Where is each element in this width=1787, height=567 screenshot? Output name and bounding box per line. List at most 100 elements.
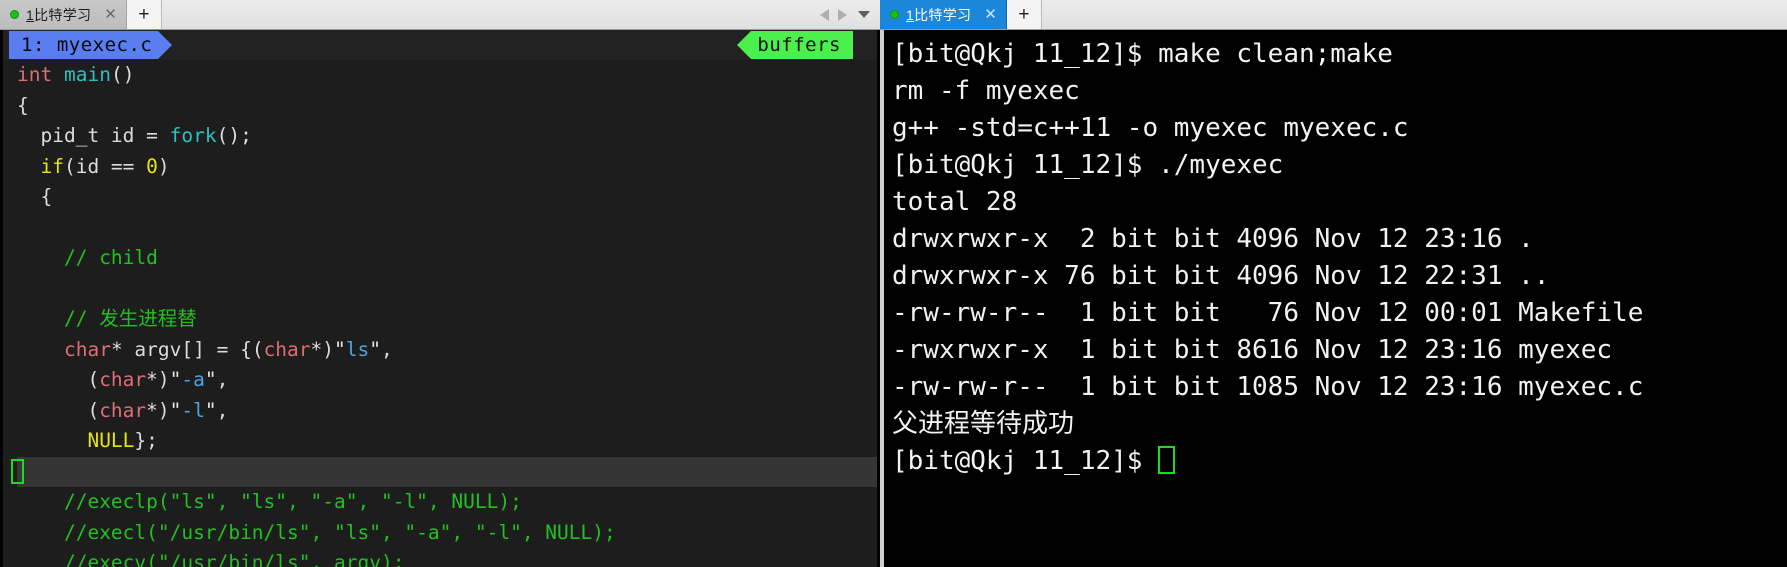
code-token: -l (181, 398, 205, 422)
editor-pane: 1比特学习 ✕ + 1: myexec.c buffers int main()… (0, 0, 880, 567)
right-tab-1[interactable]: 1比特学习 ✕ (880, 0, 1007, 29)
code-token: ls (345, 337, 370, 361)
code-token: // child (63, 246, 158, 269)
code-line (11, 456, 877, 487)
code-token: 0 (146, 154, 158, 178)
terminal-line: rm -f myexec (892, 76, 1080, 106)
code-line: //execv("/usr/bin/ls", argv); (17, 548, 877, 567)
triangle-right-icon[interactable] (838, 8, 847, 21)
code-token: -a (181, 368, 205, 391)
code-token: (); (216, 124, 252, 147)
terminal-cursor (1158, 446, 1176, 474)
right-tab-label: 1比特学习 (906, 5, 971, 25)
code-token: , (381, 337, 393, 361)
left-tab-label-rest: 比特学习 (34, 6, 92, 23)
terminal-line: -rw-rw-r-- 1 bit bit 76 Nov 12 00:01 Mak… (892, 298, 1644, 328)
left-tab-label: 1比特学习 (26, 5, 91, 25)
new-tab-button[interactable]: + (126, 0, 162, 29)
status-dot-icon (10, 10, 19, 19)
code-token: , (216, 398, 229, 422)
code-token: //execlp("ls", "ls", "-a", "-l", NULL); (63, 490, 522, 513)
code-line: (char*)"-l", (17, 396, 877, 427)
code-line: pid_t id = fork(); (17, 121, 877, 152)
code-token: //execv("/usr/bin/ls", argv); (63, 551, 405, 567)
terminal-pane: 1比特学习 ✕ + [bit@Qkj 11_12]$ make clean;ma… (880, 0, 1787, 567)
terminal-line: [bit@Qkj 11_12]$ make clean;make (892, 39, 1393, 69)
buffer-name-tag[interactable]: 1: myexec.c (9, 31, 173, 59)
status-dot-icon (890, 10, 899, 19)
code-token: pid_t id (40, 124, 147, 147)
right-tab-label-underline: 1 (906, 6, 915, 23)
left-tabbar: 1比特学习 ✕ + (0, 0, 880, 30)
code-line: // 发生进程替 (17, 304, 877, 335)
chevron-down-icon[interactable] (858, 11, 870, 18)
terminal-line: total 28 (892, 187, 1018, 217)
terminal-line: drwxrwxr-x 76 bit bit 4096 Nov 12 22:31 … (892, 261, 1550, 291)
app-window: 1比特学习 ✕ + 1: myexec.c buffers int main()… (0, 0, 1787, 567)
code-token: main (63, 63, 111, 86)
code-token: ) (157, 154, 170, 178)
code-line: if(id == 0) (17, 152, 877, 183)
code-token: = (146, 124, 170, 147)
code-token: { (17, 93, 29, 117)
terminal-line: drwxrwxr-x 2 bit bit 4096 Nov 12 23:16 . (892, 224, 1534, 254)
terminal-prompt-line[interactable]: [bit@Qkj 11_12]$ (884, 443, 1787, 480)
code-line: { (17, 182, 877, 213)
terminal-line: -rw-rw-r-- 1 bit bit 1085 Nov 12 23:16 m… (892, 372, 1644, 402)
code-token: if (40, 154, 64, 178)
buffers-tag[interactable]: buffers (737, 31, 853, 59)
code-token: *) (310, 337, 335, 361)
terminal-line: 父进程等待成功 (892, 409, 1075, 439)
code-token: " (169, 398, 182, 422)
code-token: // 发生进程替 (63, 307, 197, 330)
code-token: * argv[] = {( (110, 337, 264, 361)
code-token: " (169, 368, 182, 391)
close-icon[interactable]: ✕ (984, 7, 997, 22)
code-token: " (369, 337, 381, 361)
right-tabbar: 1比特学习 ✕ + (880, 0, 1787, 30)
terminal-line: g++ -std=c++11 -o myexec myexec.c (892, 113, 1409, 143)
code-token: }; (134, 429, 158, 452)
code-line: char* argv[] = {(char*)"ls", (17, 335, 877, 366)
left-tab-1[interactable]: 1比特学习 ✕ (0, 0, 127, 29)
code-token: //execl("/usr/bin/ls", "ls", "-a", "-l",… (63, 520, 616, 544)
editor-statusline: 1: myexec.c buffers (3, 30, 877, 60)
code-token: fork (169, 124, 217, 147)
code-line: //execl("/usr/bin/ls", "ls", "-a", "-l",… (17, 518, 877, 549)
code-token: (id == (63, 154, 147, 178)
close-icon[interactable]: ✕ (104, 7, 117, 22)
code-token: ( (17, 368, 100, 391)
code-token: char (99, 368, 147, 391)
code-token: *) (146, 368, 170, 391)
code-token: char (99, 398, 147, 422)
code-body[interactable]: int main() { pid_t id = fork(); if(id ==… (3, 60, 877, 567)
code-token: () (110, 63, 135, 86)
code-token: " (204, 368, 217, 391)
left-tab-label-underline: 1 (26, 6, 35, 23)
right-tabbar-filler (1041, 0, 1787, 29)
code-token: , (216, 368, 229, 391)
code-editor[interactable]: 1: myexec.c buffers int main() { pid_t i… (0, 30, 880, 567)
terminal-output[interactable]: [bit@Qkj 11_12]$ make clean;make rm -f my… (880, 30, 1787, 567)
code-token: char (63, 337, 111, 361)
terminal-line: -rwxrwxr-x 1 bit bit 8616 Nov 12 23:16 m… (892, 335, 1613, 365)
code-token: NULL (87, 429, 135, 452)
terminal-line: [bit@Qkj 11_12]$ ./myexec (892, 150, 1284, 180)
triangle-left-icon[interactable] (820, 8, 829, 21)
right-tab-label-rest: 比特学习 (914, 6, 972, 23)
code-line: NULL}; (17, 426, 877, 457)
code-token: ( (17, 398, 100, 422)
code-token: int (17, 63, 53, 86)
code-line: //execlp("ls", "ls", "-a", "-l", NULL); (17, 487, 877, 518)
code-token: char (263, 337, 311, 361)
code-token: { (17, 185, 53, 208)
new-tab-button[interactable]: + (1006, 0, 1042, 29)
